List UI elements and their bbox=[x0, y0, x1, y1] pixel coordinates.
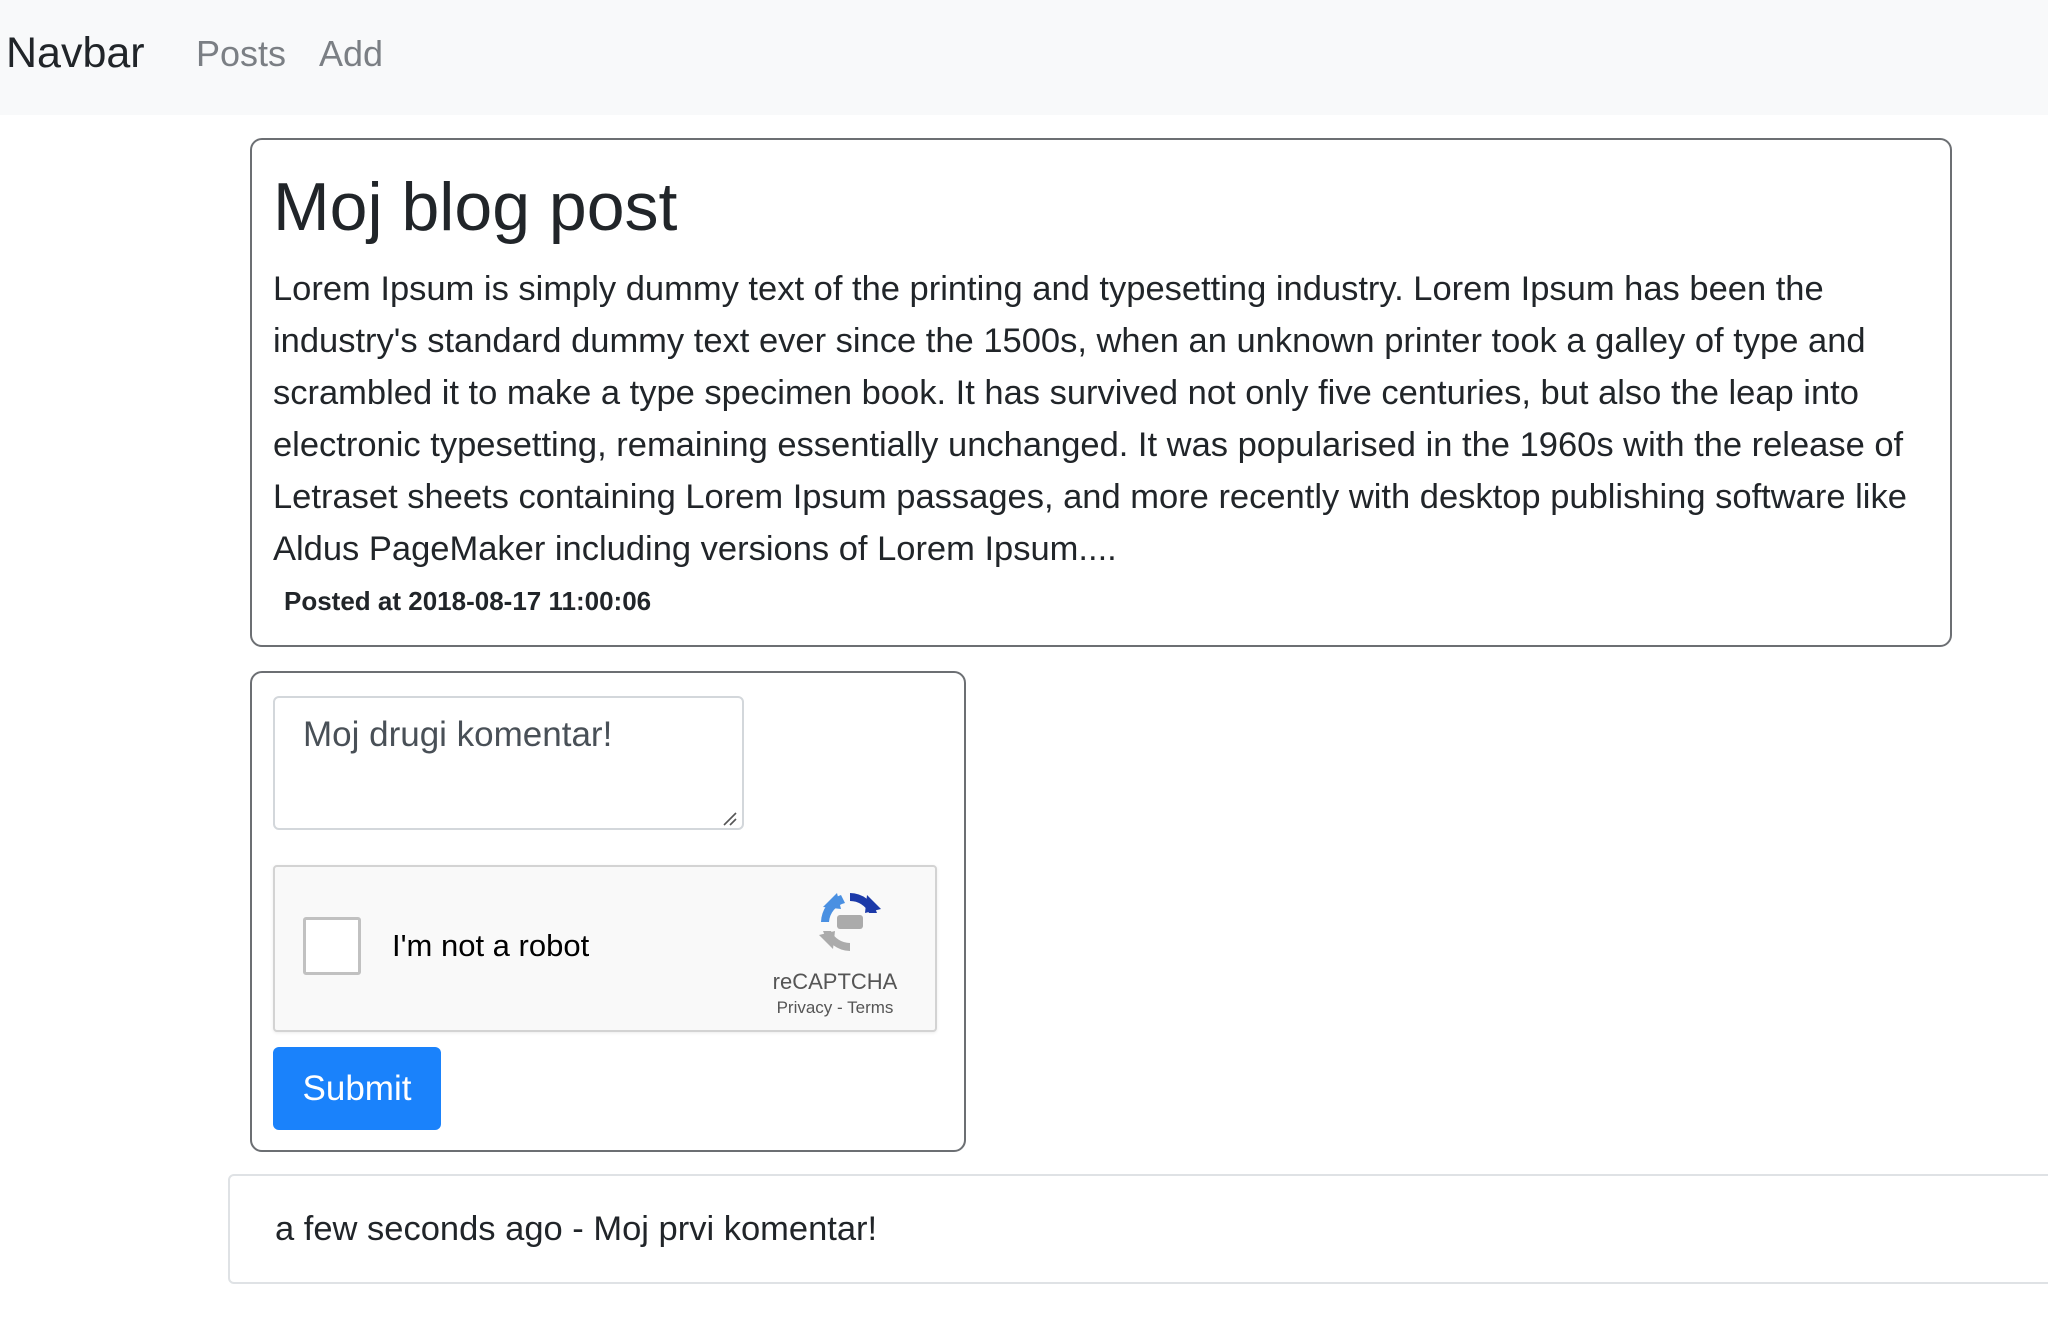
nav-link-posts[interactable]: Posts bbox=[196, 25, 286, 83]
comment-text: a few seconds ago - Moj prvi komentar! bbox=[275, 1210, 878, 1248]
post-body: Lorem Ipsum is simply dummy text of the … bbox=[273, 270, 1907, 568]
recaptcha-terms-link[interactable]: Terms bbox=[847, 998, 893, 1017]
post-card: Moj blog post Lorem Ipsum is simply dumm… bbox=[250, 138, 1952, 647]
recaptcha-privacy-link[interactable]: Privacy bbox=[777, 998, 833, 1017]
comment-textarea[interactable] bbox=[273, 696, 744, 830]
comment-form: I'm not a robot reCAPTCHA Privacy - Term… bbox=[250, 671, 966, 1152]
recaptcha-brand: reCAPTCHA bbox=[772, 969, 898, 994]
navbar-brand[interactable]: Navbar bbox=[6, 22, 145, 84]
recaptcha-links-separator: - bbox=[832, 998, 848, 1017]
recaptcha-links: Privacy - Terms bbox=[745, 997, 925, 1019]
nav-link-add[interactable]: Add bbox=[319, 25, 383, 83]
post-title: Moj blog post bbox=[273, 169, 678, 245]
post-date: Posted at 2018-08-17 11:00:06 bbox=[284, 586, 652, 616]
navbar: Navbar Posts Add bbox=[0, 0, 2048, 115]
recaptcha-checkbox[interactable] bbox=[303, 917, 361, 975]
comment-list-item: a few seconds ago - Moj prvi komentar! bbox=[228, 1174, 2048, 1284]
recaptcha-logo-icon bbox=[819, 893, 881, 951]
recaptcha-widget: I'm not a robot reCAPTCHA Privacy - Term… bbox=[273, 865, 937, 1032]
submit-button[interactable]: Submit bbox=[273, 1047, 441, 1130]
resize-grip-icon[interactable] bbox=[721, 810, 737, 826]
recaptcha-label: I'm not a robot bbox=[392, 928, 590, 963]
